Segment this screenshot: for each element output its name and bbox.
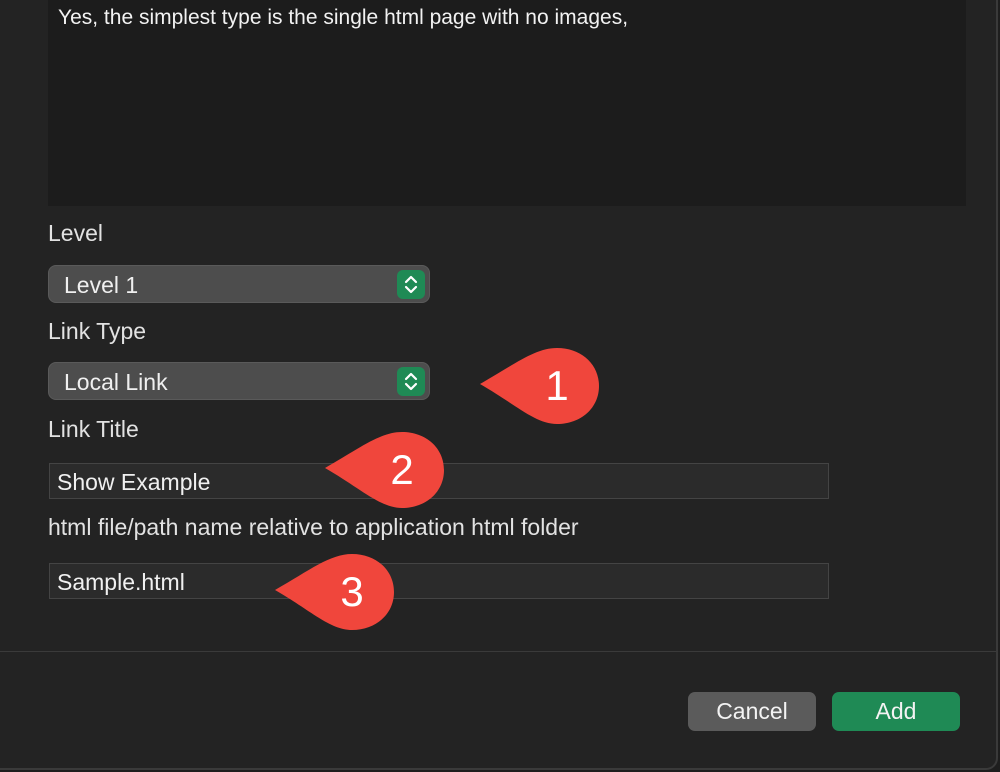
html-path-label: html file/path name relative to applicat…	[48, 514, 579, 540]
level-select-value: Level 1	[64, 272, 139, 298]
link-title-value: Show Example	[57, 469, 211, 495]
level-select[interactable]: Level 1	[48, 265, 430, 303]
link-type-select-value: Local Link	[64, 369, 168, 395]
html-path-input[interactable]: Sample.html	[49, 563, 829, 599]
description-text: Yes, the simplest type is the single htm…	[58, 6, 629, 29]
add-button[interactable]: Add	[832, 692, 960, 731]
html-path-value: Sample.html	[57, 569, 185, 595]
callout-1-icon: 1	[480, 348, 599, 424]
chevron-updown-icon[interactable]	[397, 270, 425, 299]
footer-divider	[0, 651, 996, 652]
chevron-updown-icon[interactable]	[397, 367, 425, 396]
link-type-select[interactable]: Local Link	[48, 362, 430, 400]
link-title-label: Link Title	[48, 416, 139, 442]
callout-3-icon: 3	[275, 554, 394, 630]
callout-1-number: 1	[545, 362, 568, 409]
callout-3-number: 3	[340, 568, 363, 615]
callout-2-icon: 2	[325, 432, 444, 508]
callout-2-number: 2	[390, 446, 413, 493]
description-textarea[interactable]: Yes, the simplest type is the single htm…	[48, 0, 966, 206]
level-label: Level	[48, 220, 103, 246]
link-type-label: Link Type	[48, 318, 147, 344]
cancel-button[interactable]: Cancel	[688, 692, 816, 731]
